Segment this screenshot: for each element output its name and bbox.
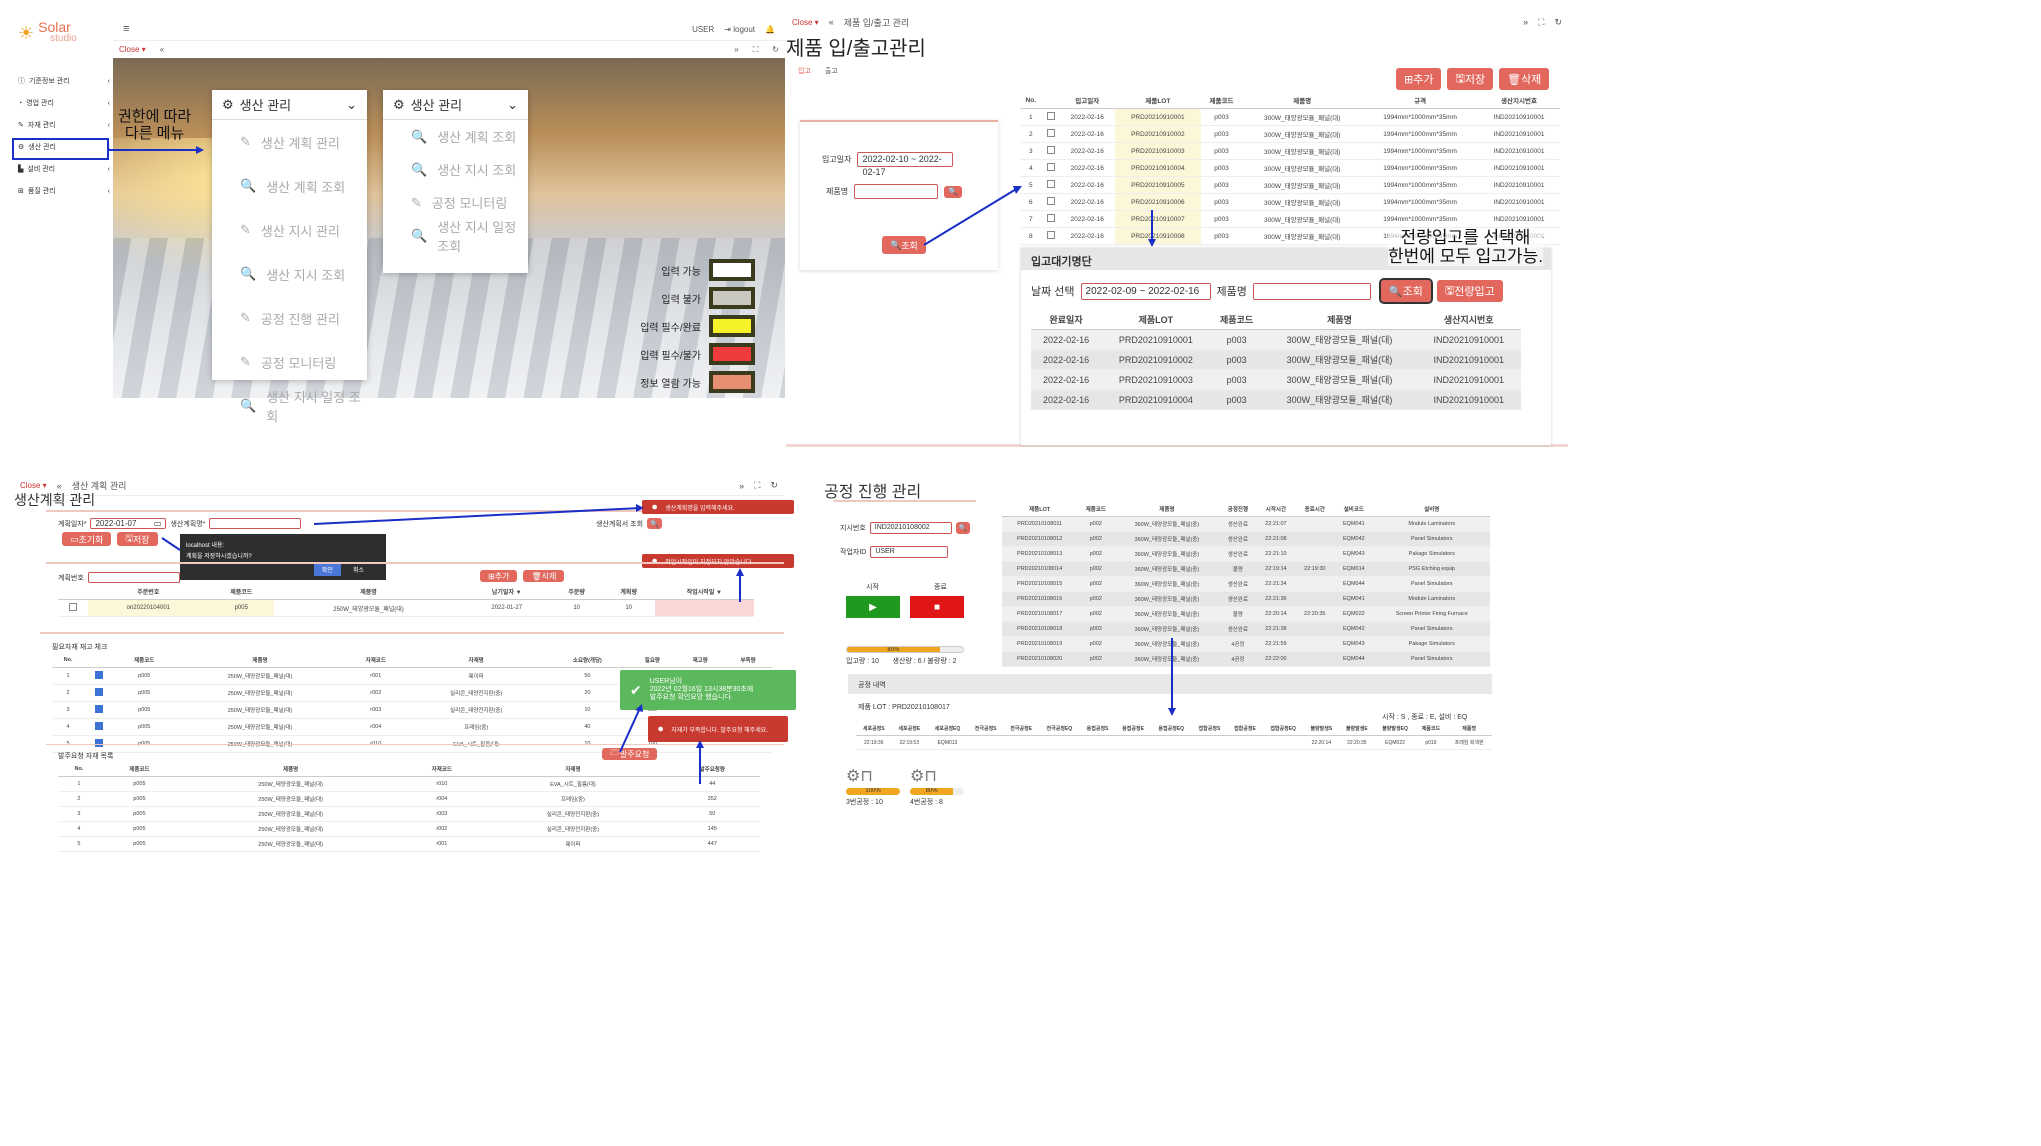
arrow-to-toast1	[313, 507, 641, 525]
q3-arrows	[161, 504, 744, 784]
q4-arrows	[1168, 638, 1176, 716]
q2-arrows	[923, 186, 1156, 247]
sidebar-highlight	[12, 138, 109, 160]
q1-arrows	[12, 138, 204, 160]
search-icon: 🔍	[240, 398, 257, 413]
arrow-to-table	[923, 187, 1019, 246]
arrow-to-dialog	[161, 537, 181, 551]
arrow-to-toast3	[619, 707, 641, 753]
